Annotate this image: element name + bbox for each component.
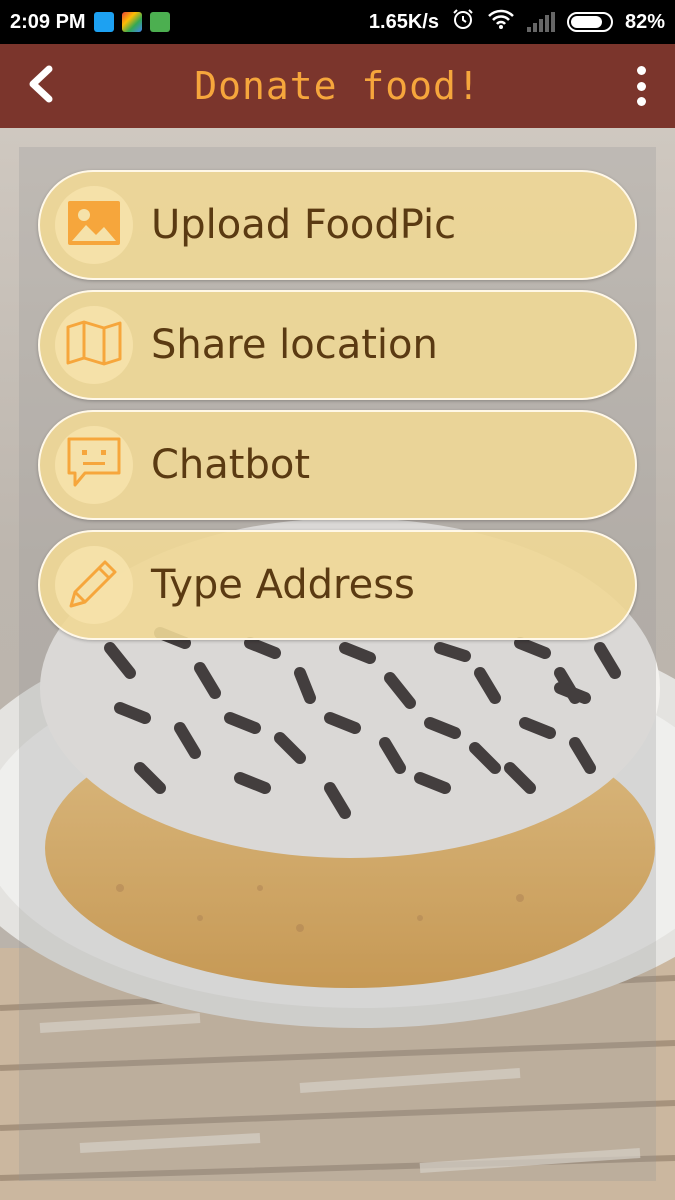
wifi-icon bbox=[487, 8, 515, 36]
chat-icon bbox=[65, 435, 123, 496]
chevron-left-icon bbox=[25, 65, 55, 108]
network-speed: 1.65K/s bbox=[368, 10, 439, 33]
android-bot-icon bbox=[149, 12, 170, 32]
more-vertical-icon bbox=[636, 66, 646, 75]
icon-circle bbox=[55, 426, 133, 504]
button-label: Type Address bbox=[151, 562, 415, 608]
icon-circle bbox=[55, 306, 133, 384]
pencil-icon bbox=[65, 554, 123, 617]
button-label: Share location bbox=[151, 322, 438, 368]
type-address-button[interactable]: Type Address bbox=[38, 530, 637, 640]
back-button[interactable] bbox=[20, 64, 60, 108]
upload-foodpic-button[interactable]: Upload FoodPic bbox=[38, 170, 637, 280]
icon-circle bbox=[55, 546, 133, 624]
button-label: Chatbot bbox=[151, 442, 311, 488]
battery-icon bbox=[566, 12, 613, 32]
image-icon bbox=[66, 199, 122, 252]
signal-icon bbox=[526, 12, 555, 32]
status-left: 2:09 PM bbox=[10, 11, 170, 34]
battery-percent: 82% bbox=[624, 10, 665, 33]
google-play-icon bbox=[121, 12, 142, 32]
twitter-icon bbox=[93, 12, 114, 32]
chatbot-button[interactable]: Chatbot bbox=[38, 410, 637, 520]
status-bar: 2:09 PM 1.65K/s 82% bbox=[0, 0, 675, 44]
button-label: Upload FoodPic bbox=[151, 202, 457, 248]
battery-fill bbox=[570, 16, 603, 28]
map-icon bbox=[65, 319, 123, 372]
status-time: 2:09 PM bbox=[10, 10, 86, 33]
alarm-icon bbox=[451, 7, 475, 37]
share-location-button[interactable]: Share location bbox=[38, 290, 637, 400]
page-title: Donate food! bbox=[194, 64, 481, 108]
icon-circle bbox=[55, 186, 133, 264]
more-options-button[interactable] bbox=[631, 66, 651, 106]
status-right: 1.65K/s 82% bbox=[369, 7, 665, 37]
app-bar: Donate food! bbox=[0, 44, 675, 128]
